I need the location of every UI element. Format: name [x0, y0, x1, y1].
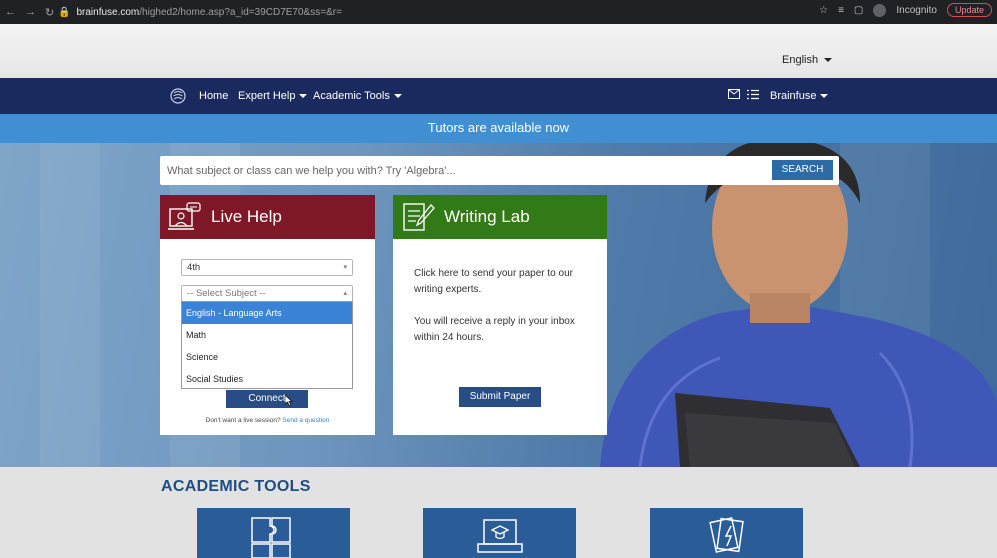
puzzle-icon	[250, 517, 291, 558]
live-help-card: Live Help 4th ▾ -- Select Subject -- ▴ E…	[160, 195, 375, 435]
writing-lab-line-2: writing experts.	[414, 284, 482, 295]
profile-label[interactable]: Incognito	[896, 5, 937, 16]
address-bar[interactable]: 🔒 brainfuse.com /highed2/home.asp?a_id=3…	[58, 4, 848, 20]
nav-expert-help[interactable]: Expert Help	[238, 90, 308, 102]
subject-option-math[interactable]: Math	[182, 324, 352, 346]
academic-tools-title: ACADEMIC TOOLS	[161, 478, 311, 495]
nav-academic-tools-label: Academic Tools	[313, 90, 390, 102]
select-arrow-icon: ▴	[343, 290, 347, 297]
writing-lab-header: Writing Lab	[393, 195, 607, 239]
reload-icon[interactable]: ↻	[45, 6, 54, 19]
tutor-chat-icon	[168, 202, 201, 230]
browser-actions: ☆ ≡ ▢ Incognito Update	[819, 3, 992, 17]
url-path: /highed2/home.asp?a_id=39CD7E70&ss=&r=	[139, 6, 342, 18]
subject-option-science[interactable]: Science	[182, 346, 352, 368]
chevron-down-icon	[824, 58, 833, 62]
graduation-book-icon	[476, 519, 523, 553]
main-navbar: Home Expert Help Academic Tools Brainfus…	[0, 78, 997, 114]
chevron-down-icon	[299, 94, 308, 98]
send-question-link[interactable]: Send a question	[282, 417, 329, 424]
language-selector[interactable]: English	[782, 54, 833, 66]
tool-tile-graduation[interactable]	[423, 508, 576, 558]
media-icon[interactable]: ≡	[838, 5, 844, 16]
tool-tile-flashcards[interactable]	[650, 508, 803, 558]
sidepanel-icon[interactable]: ▢	[854, 5, 863, 16]
writing-lab-card: Writing Lab Click here to send your pape…	[393, 195, 607, 435]
student-photo	[600, 143, 997, 467]
writing-lab-reply-text: You will receive a reply in your inbox w…	[414, 314, 594, 346]
subject-option-social-studies[interactable]: Social Studies	[182, 368, 352, 390]
flashcards-icon	[708, 517, 744, 553]
select-arrow-icon: ▾	[343, 264, 347, 271]
language-label: English	[782, 54, 819, 66]
back-icon[interactable]: ←	[5, 6, 16, 19]
connect-button[interactable]: Connect	[226, 390, 308, 408]
subject-option-english[interactable]: English - Language Arts	[182, 302, 352, 324]
forward-icon[interactable]: →	[25, 6, 36, 19]
writing-lab-send-text[interactable]: Click here to send your paper to our wri…	[414, 266, 594, 298]
nav-home[interactable]: Home	[199, 90, 228, 102]
chevron-down-icon	[820, 94, 829, 98]
subject-select[interactable]: -- Select Subject -- ▴	[181, 285, 353, 302]
live-help-title: Live Help	[211, 207, 282, 226]
mail-icon[interactable]	[728, 89, 740, 99]
update-button[interactable]: Update	[946, 3, 992, 17]
submit-paper-button[interactable]: Submit Paper	[459, 387, 541, 407]
chevron-down-icon	[393, 94, 402, 98]
document-pencil-icon	[403, 203, 435, 231]
browser-nav: ← → ↻	[0, 6, 54, 19]
grade-select[interactable]: 4th ▾	[181, 259, 353, 276]
live-help-footer: Don't want a live session? Send a questi…	[160, 417, 375, 424]
subject-select-placeholder: -- Select Subject --	[187, 288, 266, 299]
account-label: Brainfuse	[770, 90, 817, 102]
subject-dropdown-list: English - Language Arts Math Science Soc…	[181, 301, 353, 389]
writing-lab-line-4: within 24 hours.	[414, 332, 485, 343]
writing-lab-title: Writing Lab	[444, 207, 530, 226]
nav-expert-help-label: Expert Help	[238, 90, 296, 102]
search-button[interactable]: SEARCH	[772, 160, 833, 180]
live-help-header: Live Help	[160, 195, 375, 239]
bookmark-star-icon[interactable]: ☆	[819, 5, 828, 16]
search-bar: SEARCH	[160, 156, 839, 185]
writing-lab-line-1: Click here to send your paper to our	[414, 268, 573, 279]
grade-select-value: 4th	[187, 262, 201, 273]
writing-lab-line-3: You will receive a reply in your inbox	[414, 316, 575, 327]
incognito-avatar-icon[interactable]	[873, 3, 887, 17]
mouse-cursor-icon	[285, 395, 293, 406]
brainfuse-logo-icon[interactable]	[170, 88, 186, 104]
lock-icon: 🔒	[58, 6, 71, 18]
search-input[interactable]	[160, 156, 760, 185]
url-host: brainfuse.com	[76, 6, 140, 18]
account-menu[interactable]: Brainfuse	[770, 90, 829, 102]
browser-toolbar: ← → ↻ 🔒 brainfuse.com /highed2/home.asp?…	[0, 0, 997, 24]
nav-academic-tools[interactable]: Academic Tools	[313, 90, 402, 102]
tutors-available-banner: Tutors are available now	[0, 114, 997, 143]
tool-tile-puzzle[interactable]	[197, 508, 350, 558]
live-help-footer-text: Don't want a live session?	[205, 417, 281, 424]
top-bar	[0, 24, 997, 78]
task-list-icon[interactable]	[747, 89, 759, 100]
